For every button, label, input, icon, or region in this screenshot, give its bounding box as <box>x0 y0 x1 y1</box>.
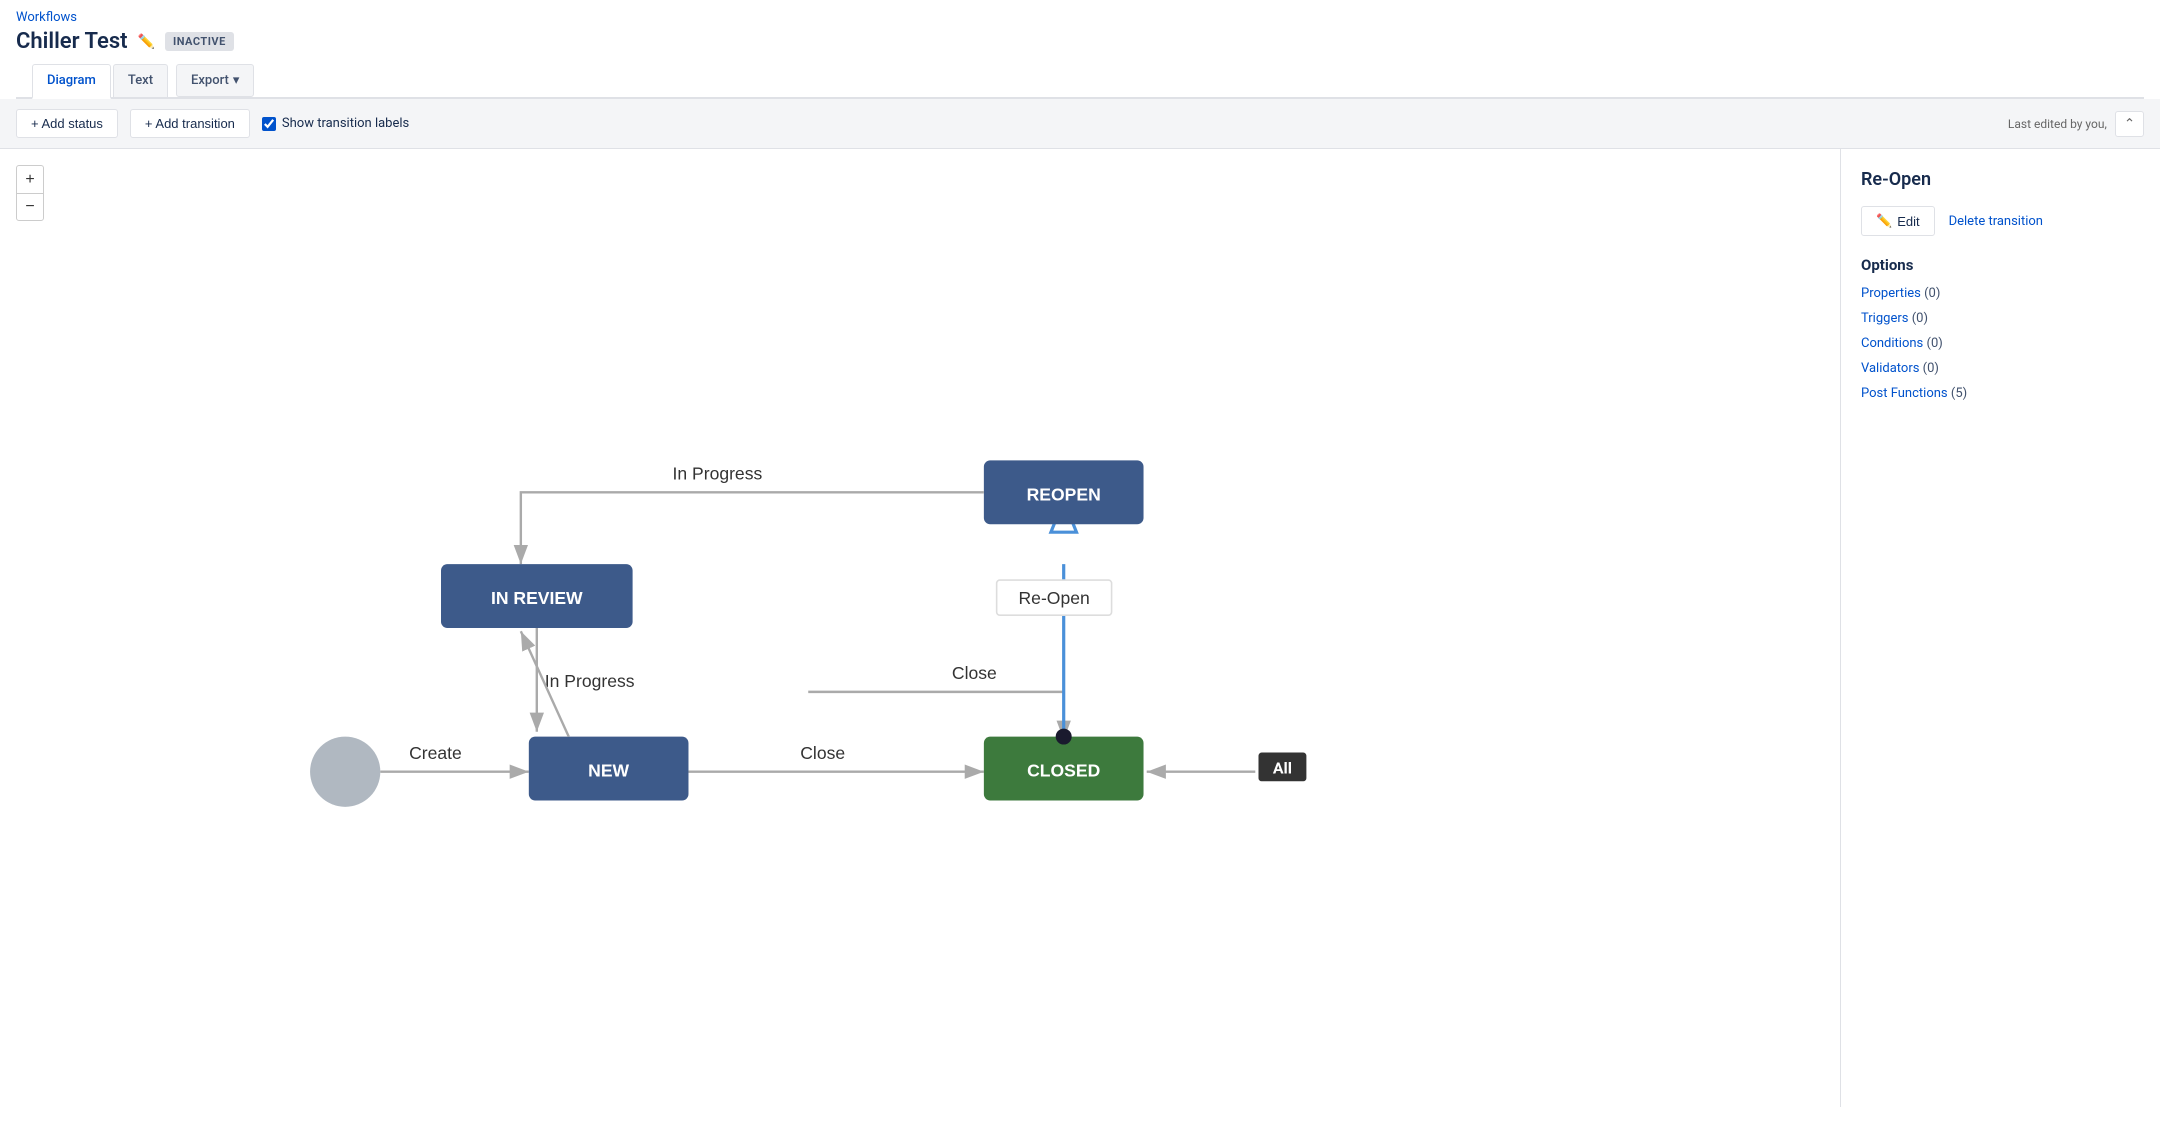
reopen-dot-bottom <box>1056 729 1072 745</box>
zoom-controls: + − <box>16 165 44 221</box>
options-title: Options <box>1861 256 2140 274</box>
workflow-diagram: Create NEW Close Close CLOSED All <box>0 149 1840 1107</box>
create-label: Create <box>409 743 462 763</box>
top-bar: Workflows Chiller Test ✏️ INACTIVE Diagr… <box>0 0 2160 99</box>
side-panel-actions: ✏️ Edit Delete transition <box>1861 206 2140 236</box>
triggers-link[interactable]: Triggers <box>1861 311 1908 326</box>
close-label-1: Close <box>800 743 845 763</box>
side-panel-title: Re-Open <box>1861 169 2140 190</box>
tab-text[interactable]: Text <box>113 64 168 97</box>
add-status-button[interactable]: + Add status <box>16 109 118 138</box>
pencil-icon: ✏️ <box>1876 213 1892 229</box>
conditions-link[interactable]: Conditions <box>1861 336 1923 351</box>
properties-link[interactable]: Properties <box>1861 286 1921 301</box>
validators-link[interactable]: Validators <box>1861 361 1919 376</box>
page-title: Chiller Test <box>16 29 128 54</box>
title-row: Chiller Test ✏️ INACTIVE <box>16 29 2144 54</box>
option-conditions: Conditions (0) <box>1861 336 2140 351</box>
option-validators: Validators (0) <box>1861 361 2140 376</box>
in-review-node-label: IN REVIEW <box>491 588 583 608</box>
close-arrow-2 <box>808 692 1063 740</box>
side-panel: Re-Open ✏️ Edit Delete transition Option… <box>1840 149 2160 1107</box>
last-edited-text: Last edited by you, <box>2008 117 2107 131</box>
tab-export[interactable]: Export ▾ <box>176 64 254 97</box>
option-triggers: Triggers (0) <box>1861 311 2140 326</box>
close-label-2: Close <box>952 663 997 683</box>
closed-node-label: CLOSED <box>1027 760 1100 780</box>
options-list: Properties (0) Triggers (0) Conditions (… <box>1861 286 2140 401</box>
main-area: + − Create <box>0 149 2160 1107</box>
show-transition-labels-toggle[interactable]: Show transition labels <box>262 116 409 131</box>
reopen-node-label: REOPEN <box>1027 484 1101 504</box>
breadcrumb[interactable]: Workflows <box>16 10 2144 25</box>
in-progress-label-1: In Progress <box>673 464 763 484</box>
start-node <box>310 737 380 807</box>
in-progress-label-2: In Progress <box>545 671 635 691</box>
option-post-functions: Post Functions (5) <box>1861 386 2140 401</box>
chevron-down-icon: ▾ <box>233 73 240 88</box>
in-progress-arrow-1 <box>521 492 984 564</box>
tab-diagram[interactable]: Diagram <box>32 64 111 99</box>
zoom-out-button[interactable]: − <box>16 193 44 221</box>
all-label: All <box>1273 758 1292 777</box>
edit-transition-button[interactable]: ✏️ Edit <box>1861 206 1935 236</box>
toolbar: + Add status + Add transition Show trans… <box>0 99 2160 149</box>
collapse-button[interactable]: ⌃ <box>2115 111 2144 137</box>
reopen-transition-label: Re-Open <box>1019 588 1090 608</box>
post-functions-link[interactable]: Post Functions <box>1861 386 1948 401</box>
toolbar-right: Last edited by you, ⌃ <box>2008 111 2144 137</box>
delete-transition-link[interactable]: Delete transition <box>1949 214 2043 229</box>
option-properties: Properties (0) <box>1861 286 2140 301</box>
show-labels-checkbox[interactable] <box>262 117 276 131</box>
edit-title-icon[interactable]: ✏️ <box>138 34 155 50</box>
inactive-badge: INACTIVE <box>165 32 234 51</box>
zoom-in-button[interactable]: + <box>16 165 44 193</box>
diagram-area: + − Create <box>0 149 1840 1107</box>
tab-row: Diagram Text Export ▾ <box>16 64 2144 99</box>
add-transition-button[interactable]: + Add transition <box>130 109 250 138</box>
new-node-label: NEW <box>588 760 629 780</box>
